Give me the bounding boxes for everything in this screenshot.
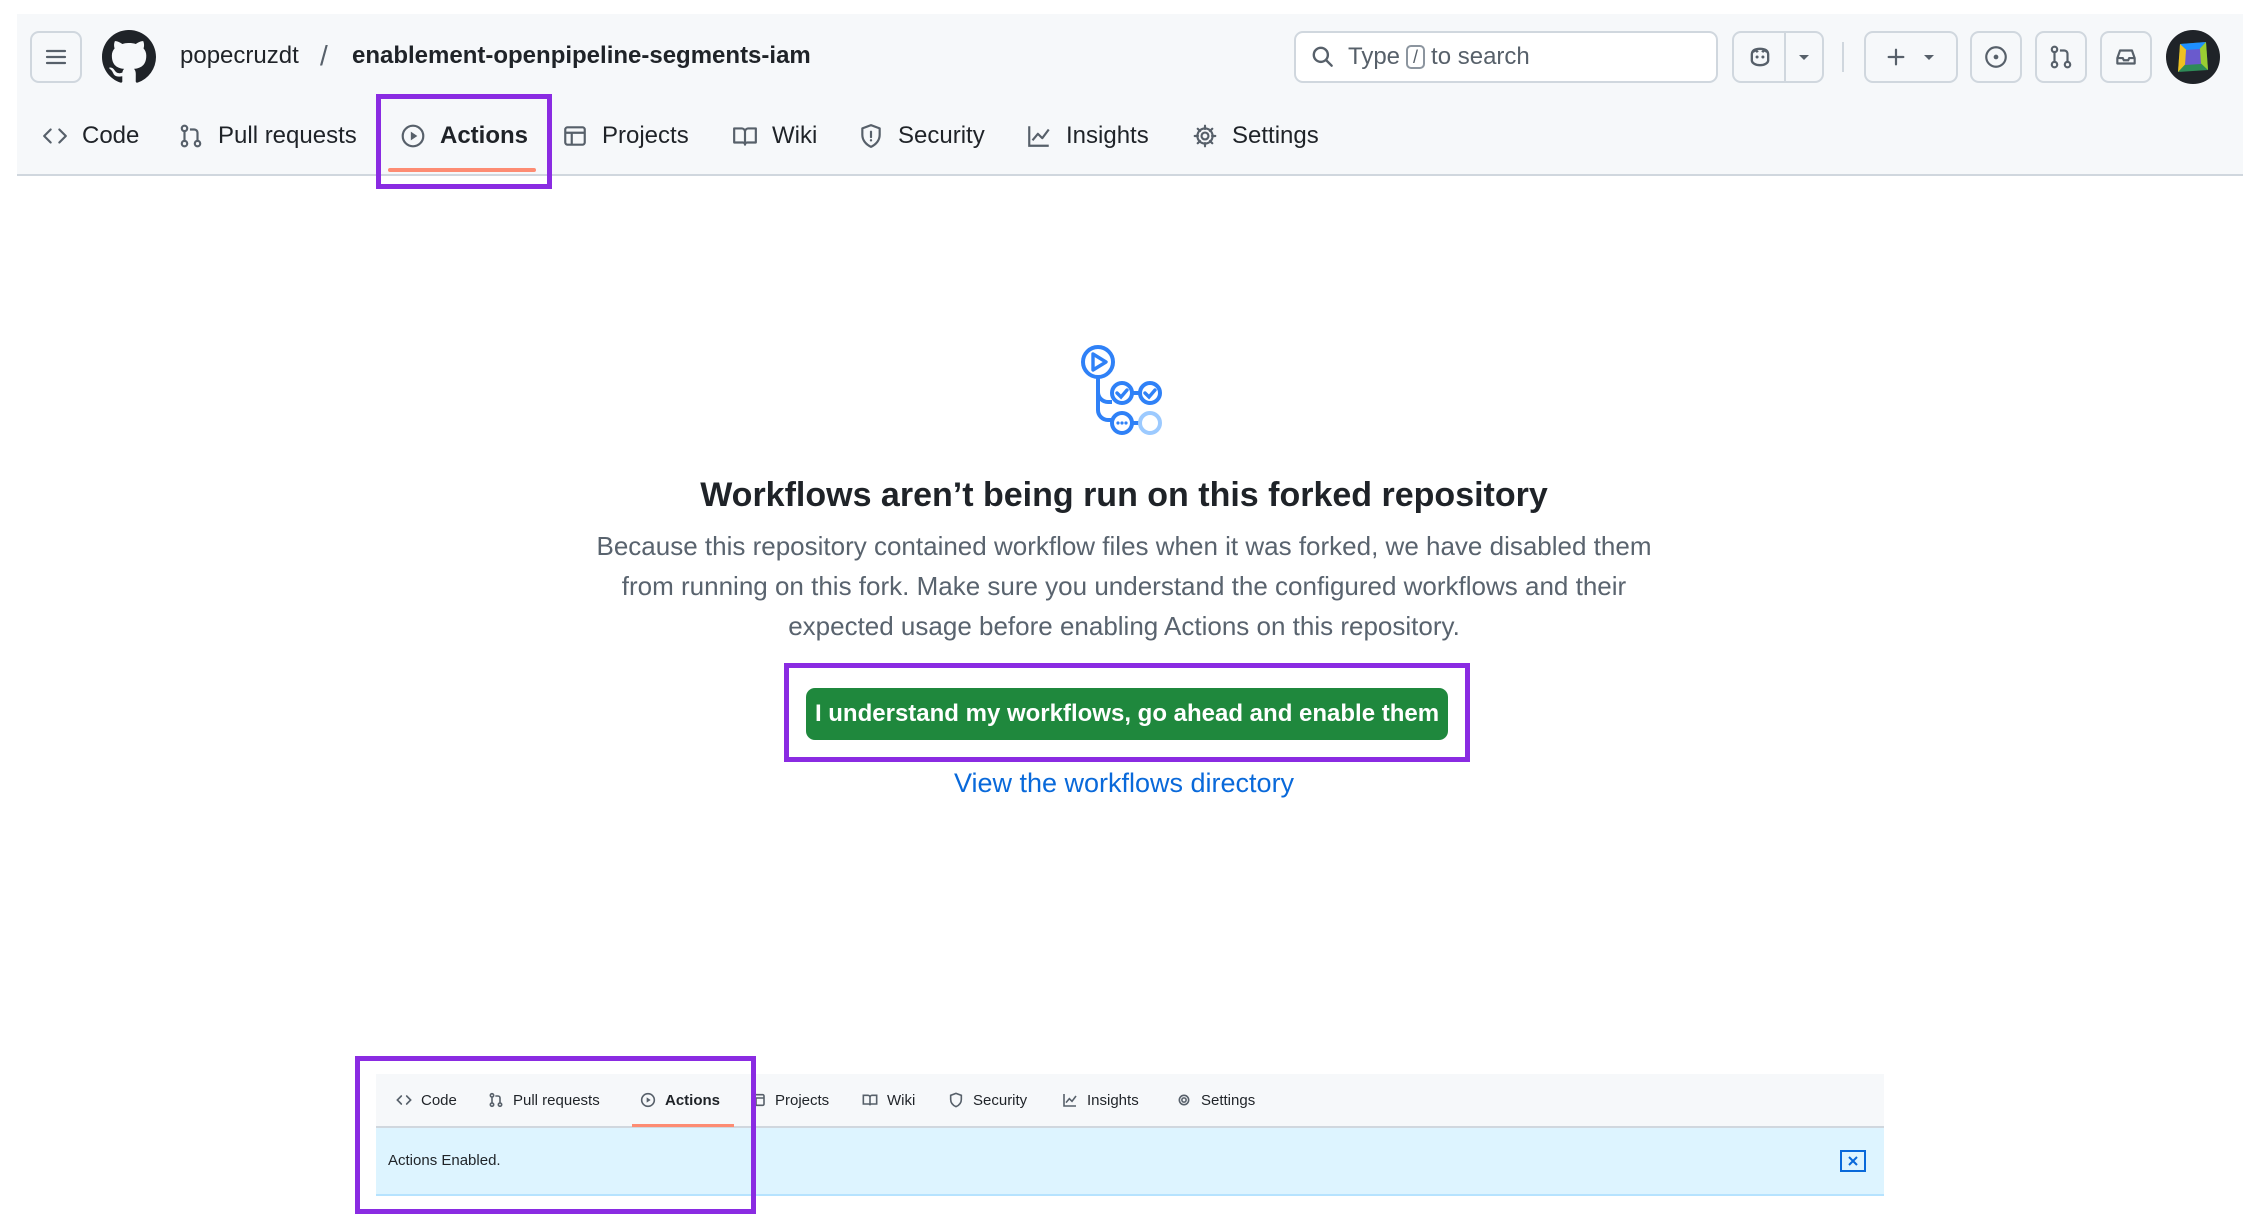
inbox-icon xyxy=(2116,49,2136,65)
pull-requests-button[interactable] xyxy=(2035,31,2087,83)
book-icon xyxy=(733,127,757,146)
mini-tab-label: Wiki xyxy=(887,1091,916,1109)
path-separator: / xyxy=(320,40,328,71)
table-icon xyxy=(564,126,586,146)
search-icon xyxy=(1312,46,1333,67)
mini-tab-label: Security xyxy=(973,1091,1028,1109)
mini-tab-projects[interactable]: Projects xyxy=(750,1088,829,1112)
copilot-button[interactable] xyxy=(1732,31,1824,83)
code-icon xyxy=(43,128,67,144)
search-shortcut-key: / xyxy=(1406,45,1426,69)
mini-tab-settings[interactable]: Settings xyxy=(1176,1088,1255,1112)
tab-label: Settings xyxy=(1232,122,1319,149)
tab-label: Code xyxy=(82,122,140,149)
copilot-divider xyxy=(1784,33,1786,81)
close-icon xyxy=(1848,1156,1858,1166)
mini-tab-insights[interactable]: Insights xyxy=(1062,1088,1139,1112)
mini-tab-label: Settings xyxy=(1201,1091,1256,1109)
chevron-down-icon xyxy=(1924,55,1934,60)
tab-wiki[interactable]: Wiki xyxy=(732,114,817,158)
copilot-icon xyxy=(1750,47,1770,67)
tab-security[interactable]: Security xyxy=(858,114,985,158)
mini-tab-label: Projects xyxy=(775,1091,830,1109)
search-placeholder-prefix: Type xyxy=(1348,43,1401,70)
header-divider xyxy=(1842,42,1844,72)
tab-insights[interactable]: Insights xyxy=(1026,114,1149,158)
github-logo[interactable] xyxy=(102,30,156,84)
actions-enabled-highlight xyxy=(355,1056,756,1214)
gear-icon xyxy=(1178,1094,1190,1106)
shield-icon xyxy=(949,1092,963,1108)
hamburger-icon xyxy=(45,49,67,65)
mini-tab-wiki[interactable]: Wiki xyxy=(862,1088,915,1112)
description: Because this repository contained workfl… xyxy=(560,526,1688,646)
workflows-directory-link-text[interactable]: View the workflows directory xyxy=(954,768,1294,798)
search-placeholder-suffix: to search xyxy=(1431,43,1530,70)
issues-button[interactable] xyxy=(1970,31,2022,83)
tab-label: Projects xyxy=(602,122,689,149)
tab-projects[interactable]: Projects xyxy=(562,114,689,158)
mini-tab-label: Insights xyxy=(1087,1091,1139,1109)
tab-label: Pull requests xyxy=(218,122,357,149)
menu-button[interactable] xyxy=(30,31,82,83)
graph-icon xyxy=(1063,1094,1077,1107)
shield-icon xyxy=(861,124,881,148)
close-button[interactable] xyxy=(1840,1150,1866,1172)
tab-label: Security xyxy=(898,122,985,149)
search-input[interactable]: Type / to search xyxy=(1294,31,1718,83)
plus-icon xyxy=(1887,48,1905,66)
gear-icon xyxy=(1193,124,1217,148)
book-icon xyxy=(862,1094,878,1106)
description-line: Because this repository contained workfl… xyxy=(596,531,1652,561)
issue-icon xyxy=(1985,46,2007,68)
tab-settings[interactable]: Settings xyxy=(1192,114,1319,158)
workflows-directory-link: View the workflows directory xyxy=(0,768,2248,799)
graph-icon xyxy=(1028,126,1050,147)
tab-label: Insights xyxy=(1066,122,1149,149)
description-line: from running on this fork. Make sure you… xyxy=(621,571,1627,601)
create-new-button[interactable] xyxy=(1864,31,1958,83)
repo-owner-link[interactable]: popecruzdt xyxy=(180,42,299,70)
workflow-icon xyxy=(1081,345,1162,435)
actions-tab-highlight xyxy=(376,94,552,189)
description-line: expected usage before enabling Actions o… xyxy=(788,611,1460,641)
mini-tab-security[interactable]: Security xyxy=(948,1088,1027,1112)
enable-button-highlight xyxy=(784,663,1470,762)
tab-code[interactable]: Code xyxy=(42,114,139,158)
repo-name-link[interactable]: enablement-openpipeline-segments-iam xyxy=(352,42,811,70)
chevron-down-icon[interactable] xyxy=(1796,49,1812,65)
avatar[interactable] xyxy=(2166,30,2220,84)
tab-label: Wiki xyxy=(772,122,818,149)
pull-request-icon xyxy=(180,124,202,148)
page-title: Workflows aren’t being run on this forke… xyxy=(700,476,1548,514)
pull-request-icon xyxy=(2050,45,2072,69)
inbox-button[interactable] xyxy=(2100,31,2152,83)
tab-pull-requests[interactable]: Pull requests xyxy=(178,114,357,158)
